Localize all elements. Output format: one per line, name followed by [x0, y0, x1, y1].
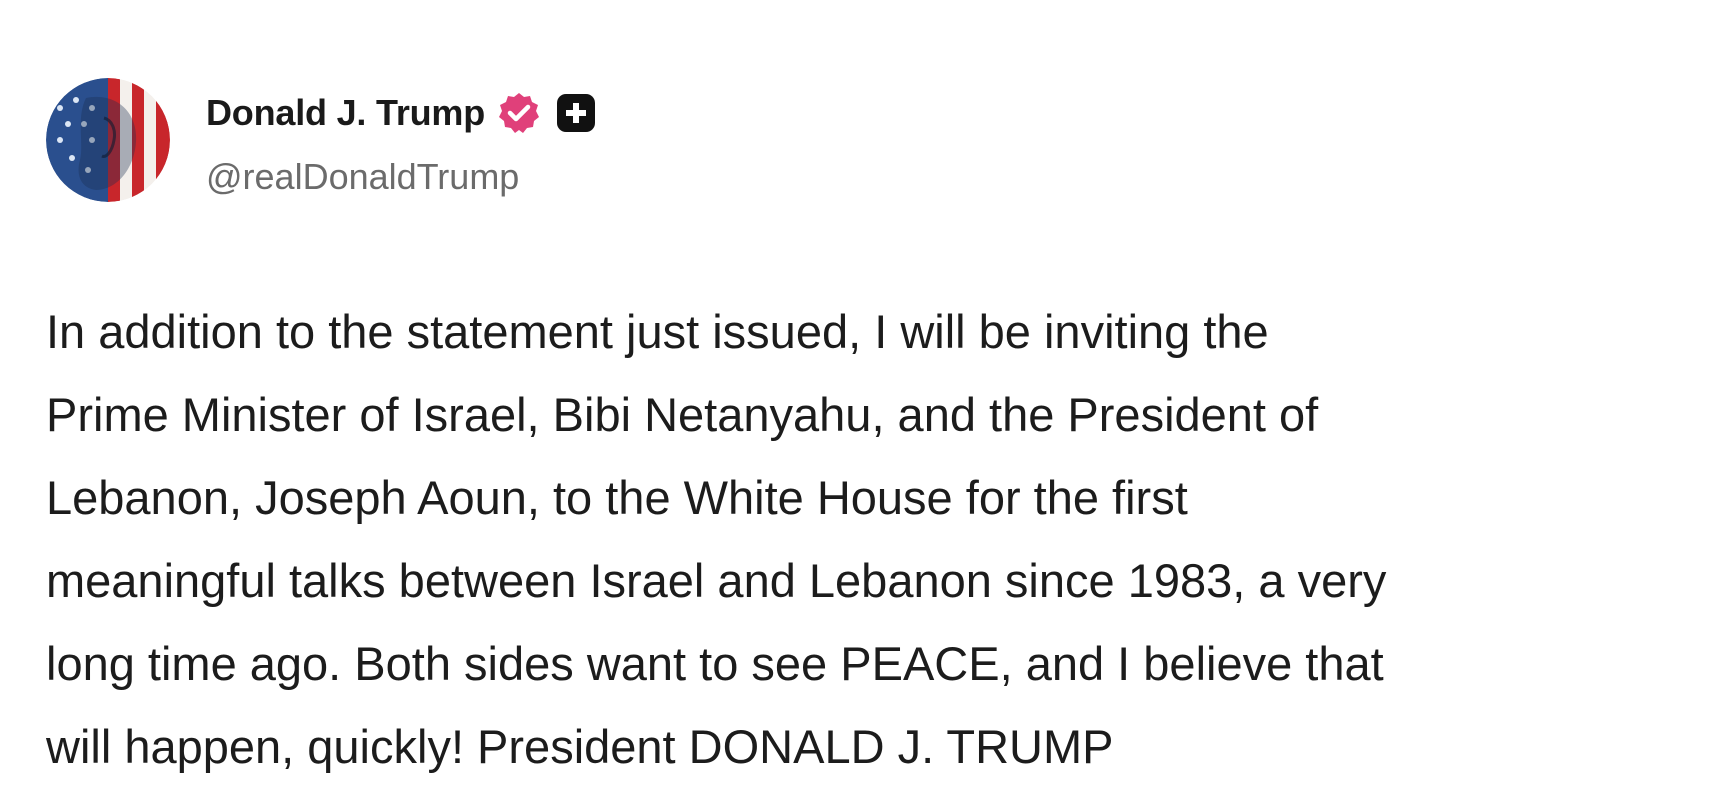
plus-square-icon — [555, 92, 597, 134]
author-handle[interactable]: @realDonaldTrump — [206, 156, 519, 198]
post-text: In addition to the statement just issued… — [46, 305, 1387, 773]
author-name-row: Donald J. Trump — [206, 90, 597, 136]
flag-portrait-avatar-icon — [46, 78, 170, 202]
verified-badge-icon — [497, 91, 541, 135]
avatar[interactable] — [46, 78, 170, 202]
post-card: Donald J. Trump @realDonaldTrump In addi… — [0, 0, 1724, 800]
author-display-name[interactable]: Donald J. Trump — [206, 92, 485, 134]
